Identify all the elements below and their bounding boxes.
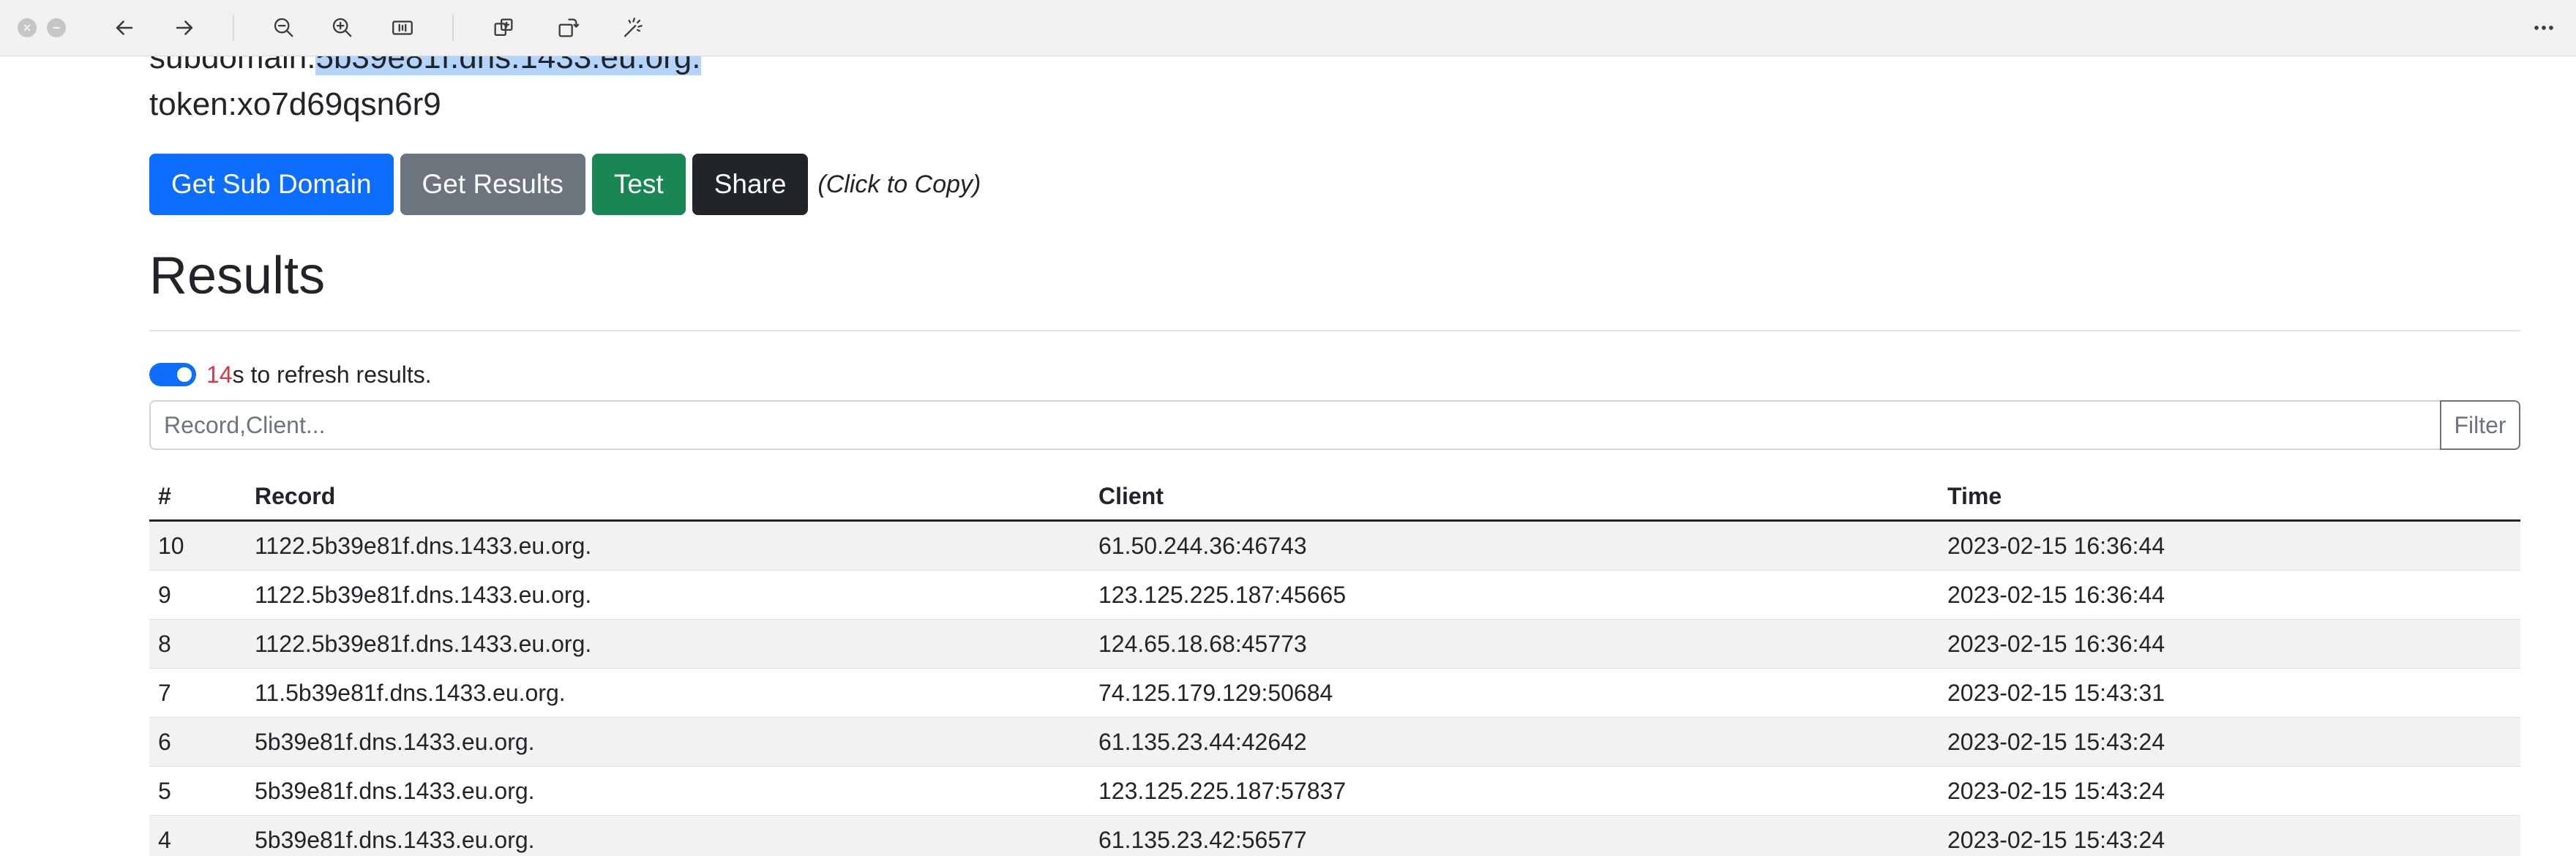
get-subdomain-button[interactable]: Get Sub Domain <box>149 154 394 215</box>
table-row: 5 5b39e81f.dns.1433.eu.org. 123.125.225.… <box>149 766 2520 816</box>
cell-number: 5 <box>149 766 246 816</box>
cell-time: 2023-02-15 16:36:44 <box>1939 520 2520 571</box>
token-line: token:xo7d69qsn6r9 <box>149 86 441 122</box>
forward-arrow-icon[interactable] <box>170 13 199 42</box>
minimize-icon[interactable]: − <box>47 18 66 37</box>
results-heading: Results <box>149 247 326 305</box>
filter-group: Filter <box>149 400 2520 450</box>
cell-record: 11.5b39e81f.dns.1433.eu.org. <box>246 668 1090 718</box>
toolbar-separator <box>452 15 454 41</box>
copy-icon[interactable] <box>489 13 518 42</box>
cell-time: 2023-02-15 16:36:44 <box>1939 619 2520 669</box>
cell-number: 10 <box>149 520 246 571</box>
table-row: 8 1122.5b39e81f.dns.1433.eu.org. 124.65.… <box>149 619 2520 669</box>
filter-input[interactable] <box>149 400 2440 450</box>
close-icon[interactable]: × <box>18 18 37 37</box>
cell-record: 5b39e81f.dns.1433.eu.org. <box>246 815 1090 856</box>
test-button[interactable]: Test <box>591 154 686 215</box>
table-header-row: # Record Client Time <box>149 473 2520 522</box>
auto-refresh-toggle[interactable] <box>149 363 196 386</box>
back-arrow-icon[interactable] <box>110 13 139 42</box>
magic-wand-icon[interactable] <box>618 13 647 42</box>
subdomain-line: subdomain:5b39e81f.dns.1433.eu.org. <box>149 56 701 78</box>
cell-time: 2023-02-15 16:36:44 <box>1939 570 2520 620</box>
cell-number: 9 <box>149 570 246 620</box>
cell-record: 1122.5b39e81f.dns.1433.eu.org. <box>246 520 1090 571</box>
table-row: 4 5b39e81f.dns.1433.eu.org. 61.135.23.42… <box>149 815 2520 856</box>
cell-time: 2023-02-15 15:43:24 <box>1939 717 2520 767</box>
page-content: subdomain:5b39e81f.dns.1433.eu.org. toke… <box>0 56 2576 856</box>
cell-client: 123.125.225.187:57837 <box>1090 766 1939 816</box>
divider <box>149 330 2520 331</box>
cell-record: 5b39e81f.dns.1433.eu.org. <box>246 766 1090 816</box>
table-row: 10 1122.5b39e81f.dns.1433.eu.org. 61.50.… <box>149 520 2520 571</box>
copy-hint: (Click to Copy) <box>817 170 981 198</box>
subdomain-label: subdomain: <box>149 56 316 75</box>
column-header-number[interactable]: # <box>149 473 246 522</box>
more-icon[interactable] <box>2529 13 2558 42</box>
action-buttons: Get Sub Domain Get Results Test Share (C… <box>149 154 981 215</box>
cell-client: 61.135.23.42:56577 <box>1090 815 1939 856</box>
filter-button[interactable]: Filter <box>2440 400 2520 450</box>
cell-client: 74.125.179.129:50684 <box>1090 668 1939 718</box>
cell-client: 123.125.225.187:45665 <box>1090 570 1939 620</box>
rotate-icon[interactable] <box>553 13 583 42</box>
cell-number: 4 <box>149 815 246 856</box>
fit-width-icon[interactable] <box>388 13 417 42</box>
get-results-button[interactable]: Get Results <box>400 154 585 215</box>
cell-time: 2023-02-15 15:43:24 <box>1939 766 2520 816</box>
refresh-row: 14 s to refresh results. <box>149 357 432 392</box>
cell-client: 61.50.244.36:46743 <box>1090 520 1939 571</box>
cell-record: 1122.5b39e81f.dns.1433.eu.org. <box>246 619 1090 669</box>
table-row: 7 11.5b39e81f.dns.1433.eu.org. 74.125.17… <box>149 668 2520 718</box>
window-toolbar: × − <box>0 0 2576 56</box>
refresh-countdown: 14 <box>206 361 233 388</box>
column-header-time[interactable]: Time <box>1939 473 2520 522</box>
column-header-record[interactable]: Record <box>246 473 1090 522</box>
cell-number: 7 <box>149 668 246 718</box>
cell-time: 2023-02-15 15:43:24 <box>1939 815 2520 856</box>
zoom-in-icon[interactable] <box>328 13 357 42</box>
cell-time: 2023-02-15 15:43:31 <box>1939 668 2520 718</box>
share-button[interactable]: Share <box>692 154 809 215</box>
cell-number: 8 <box>149 619 246 669</box>
results-table: # Record Client Time 10 1122.5b39e81f.dn… <box>149 473 2520 856</box>
subdomain-value[interactable]: 5b39e81f.dns.1433.eu.org. <box>315 56 701 75</box>
toolbar-separator <box>233 15 234 41</box>
cell-record: 5b39e81f.dns.1433.eu.org. <box>246 717 1090 767</box>
cell-client: 61.135.23.44:42642 <box>1090 717 1939 767</box>
column-header-client[interactable]: Client <box>1090 473 1939 522</box>
table-row: 9 1122.5b39e81f.dns.1433.eu.org. 123.125… <box>149 570 2520 620</box>
table-row: 6 5b39e81f.dns.1433.eu.org. 61.135.23.44… <box>149 717 2520 767</box>
cell-client: 124.65.18.68:45773 <box>1090 619 1939 669</box>
cell-record: 1122.5b39e81f.dns.1433.eu.org. <box>246 570 1090 620</box>
zoom-out-icon[interactable] <box>269 13 299 42</box>
refresh-text: s to refresh results. <box>232 361 432 388</box>
cell-number: 6 <box>149 717 246 767</box>
